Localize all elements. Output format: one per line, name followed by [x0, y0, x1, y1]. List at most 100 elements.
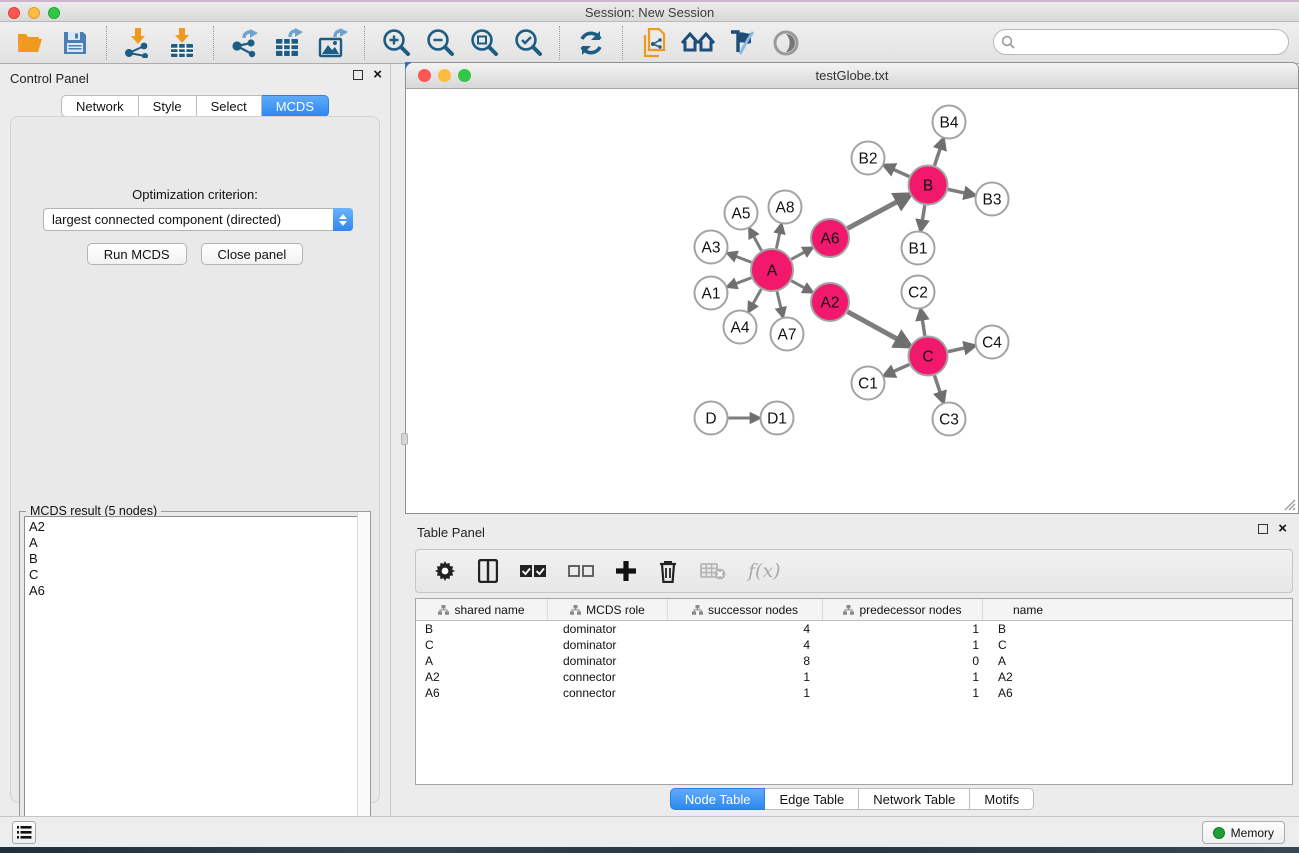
table-row[interactable]: Cdominator41C — [416, 637, 1292, 653]
close-panel-icon[interactable]: × — [373, 70, 382, 80]
graph-node-A2[interactable]: A2 — [811, 283, 849, 321]
graph-edge-B-B1[interactable] — [922, 205, 925, 224]
graph-node-A1[interactable]: A1 — [695, 277, 728, 310]
graph-node-B4[interactable]: B4 — [933, 106, 966, 139]
criterion-select[interactable]: largest connected component (directed) — [43, 208, 353, 231]
graph-edge-A-A5[interactable] — [752, 234, 761, 251]
graph-edge-A-A4[interactable] — [752, 289, 762, 306]
graph-edge-C-C4[interactable] — [948, 347, 968, 351]
table-cell[interactable]: 1 — [823, 686, 983, 700]
table-cell[interactable]: B — [416, 622, 548, 636]
table-cell[interactable]: A2 — [983, 670, 1073, 684]
graph-node-B3[interactable]: B3 — [976, 183, 1009, 216]
close-table-panel-icon[interactable]: × — [1278, 524, 1287, 534]
run-mcds-button[interactable]: Run MCDS — [87, 243, 187, 265]
graph-edge-A-A8[interactable] — [776, 230, 780, 248]
graph-node-A3[interactable]: A3 — [695, 231, 728, 264]
resize-grip-icon[interactable] — [1282, 497, 1296, 511]
delete-column-icon[interactable] — [658, 556, 678, 586]
table-cell[interactable]: C — [416, 638, 548, 652]
table-cell[interactable]: 1 — [823, 638, 983, 652]
table-cell[interactable]: connector — [548, 670, 668, 684]
table-cell[interactable]: connector — [548, 686, 668, 700]
column-header[interactable]: name — [983, 599, 1073, 620]
graph-node-C[interactable]: C — [909, 337, 948, 376]
tab-network-table[interactable]: Network Table — [859, 788, 970, 810]
table-cell[interactable]: 1 — [668, 670, 823, 684]
zoom-fit-icon[interactable] — [467, 27, 501, 59]
graph-node-C1[interactable]: C1 — [852, 367, 885, 400]
network-graph[interactable]: ABCA6A2A5A8A3A1A4A7B2B4B3B1C2C4C1C3DD1 — [406, 89, 1298, 513]
tab-mcds[interactable]: MCDS — [262, 95, 329, 117]
graph-node-B[interactable]: B — [909, 166, 948, 205]
clone-network-icon[interactable] — [637, 27, 671, 59]
graph-edge-B-B2[interactable] — [890, 168, 909, 177]
table-cell[interactable]: A6 — [983, 686, 1073, 700]
import-table-icon[interactable] — [165, 27, 199, 59]
refresh-layout-icon[interactable] — [574, 27, 608, 59]
save-session-icon[interactable] — [58, 27, 92, 59]
memory-button[interactable]: Memory — [1202, 821, 1285, 844]
tab-network[interactable]: Network — [61, 95, 139, 117]
zoom-in-icon[interactable] — [379, 27, 413, 59]
graph-edge-B-B4[interactable] — [934, 145, 941, 165]
graph-edge-A6-B[interactable] — [848, 199, 902, 228]
table-row[interactable]: Bdominator41B — [416, 621, 1292, 637]
table-cell[interactable]: A — [416, 654, 548, 668]
column-header[interactable]: predecessor nodes — [823, 599, 983, 620]
table-cell[interactable]: A6 — [416, 686, 548, 700]
zoom-out-icon[interactable] — [423, 27, 457, 59]
tab-select[interactable]: Select — [197, 95, 262, 117]
result-item[interactable]: B — [29, 551, 365, 567]
tab-edge-table[interactable]: Edge Table — [765, 788, 859, 810]
column-manager-icon[interactable] — [478, 556, 498, 586]
graph-edge-B-B3[interactable] — [948, 189, 968, 193]
float-panel-icon[interactable] — [353, 70, 363, 80]
select-all-icon[interactable] — [520, 556, 546, 586]
graph-node-A8[interactable]: A8 — [769, 191, 802, 224]
mcds-result-list[interactable]: A2ABCA6 — [24, 516, 366, 843]
table-cell[interactable]: B — [983, 622, 1073, 636]
hide-details-icon[interactable] — [725, 27, 759, 59]
node-table[interactable]: shared nameMCDS rolesuccessor nodesprede… — [415, 598, 1293, 785]
deselect-all-icon[interactable] — [568, 556, 594, 586]
first-neighbors-icon[interactable] — [681, 27, 715, 59]
graph-edge-C-C2[interactable] — [922, 316, 925, 336]
graph-edge-C-C3[interactable] — [934, 375, 941, 395]
table-cell[interactable]: A2 — [416, 670, 548, 684]
graph-node-A7[interactable]: A7 — [771, 318, 804, 351]
graph-node-A[interactable]: A — [751, 249, 793, 291]
graph-node-C4[interactable]: C4 — [976, 326, 1009, 359]
table-cell[interactable]: 4 — [668, 622, 823, 636]
graph-edge-A-A7[interactable] — [777, 291, 782, 311]
network-window-titlebar[interactable]: testGlobe.txt — [406, 63, 1298, 89]
result-item[interactable]: A — [29, 535, 365, 551]
table-cell[interactable]: A — [983, 654, 1073, 668]
table-cell[interactable]: 1 — [823, 670, 983, 684]
graph-node-C2[interactable]: C2 — [902, 276, 935, 309]
result-item[interactable]: A6 — [29, 583, 365, 599]
export-image-icon[interactable] — [316, 27, 350, 59]
table-row[interactable]: Adominator80A — [416, 653, 1292, 669]
tab-motifs[interactable]: Motifs — [970, 788, 1034, 810]
search-box[interactable] — [993, 29, 1289, 55]
graph-edge-C-C1[interactable] — [890, 364, 909, 373]
graph-node-B1[interactable]: B1 — [902, 232, 935, 265]
graph-edge-A-A3[interactable] — [733, 255, 751, 262]
float-table-panel-icon[interactable] — [1258, 524, 1268, 534]
result-item[interactable]: A2 — [29, 519, 365, 535]
table-settings-gear-icon[interactable] — [434, 556, 456, 586]
column-header[interactable]: shared name — [416, 599, 548, 620]
graph-node-A5[interactable]: A5 — [725, 197, 758, 230]
table-cell[interactable]: dominator — [548, 622, 668, 636]
graph-node-D[interactable]: D — [695, 402, 728, 435]
table-row[interactable]: A2connector11A2 — [416, 669, 1292, 685]
open-file-icon[interactable] — [14, 27, 48, 59]
result-item[interactable]: C — [29, 567, 365, 583]
table-cell[interactable]: dominator — [548, 638, 668, 652]
graph-node-D1[interactable]: D1 — [761, 402, 794, 435]
graph-node-A4[interactable]: A4 — [724, 311, 757, 344]
table-cell[interactable]: dominator — [548, 654, 668, 668]
table-cell[interactable]: 1 — [823, 622, 983, 636]
birdseye-view-icon[interactable] — [769, 27, 803, 59]
